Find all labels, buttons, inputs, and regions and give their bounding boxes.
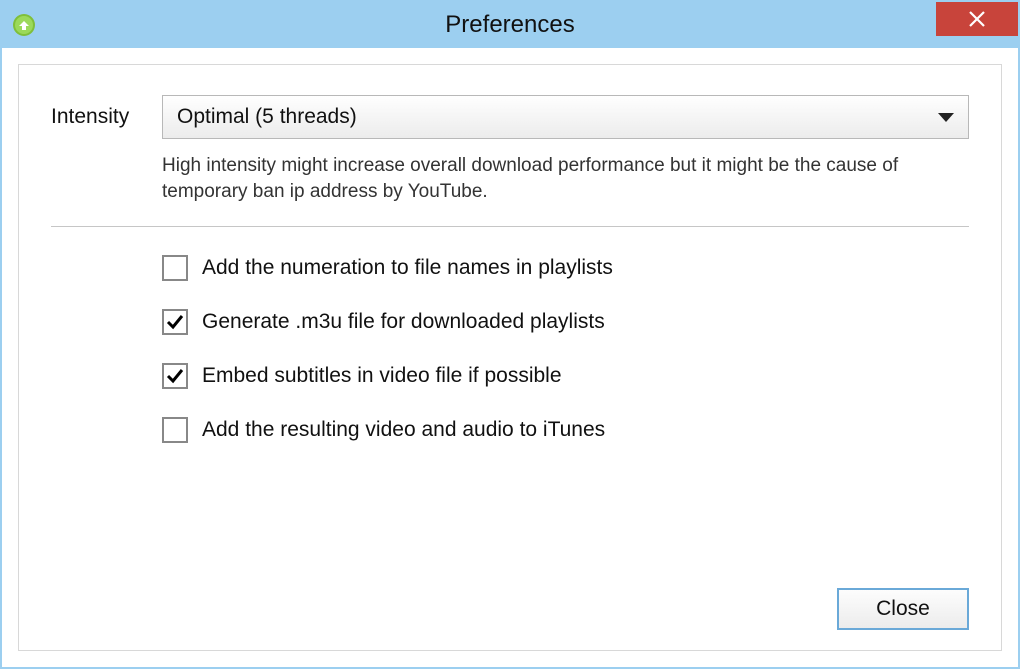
checkbox-label: Add the resulting video and audio to iTu…	[202, 418, 605, 442]
checkbox-list: Add the numeration to file names in play…	[162, 255, 969, 443]
app-icon	[12, 13, 36, 37]
checkbox-subtitles[interactable]: Embed subtitles in video file if possibl…	[162, 363, 969, 389]
close-icon	[968, 10, 986, 28]
checkmark-icon	[165, 312, 185, 332]
checkbox-label: Embed subtitles in video file if possibl…	[202, 364, 562, 388]
divider	[51, 226, 969, 227]
intensity-selected-value: Optimal (5 threads)	[177, 105, 357, 129]
dialog-footer: Close	[51, 588, 969, 630]
window-title: Preferences	[2, 11, 1018, 39]
checkbox-box	[162, 417, 188, 443]
preferences-window: Preferences Intensity Optimal (5 threads…	[0, 0, 1020, 669]
checkbox-numeration[interactable]: Add the numeration to file names in play…	[162, 255, 969, 281]
close-button[interactable]: Close	[837, 588, 969, 630]
checkbox-itunes[interactable]: Add the resulting video and audio to iTu…	[162, 417, 969, 443]
intensity-select[interactable]: Optimal (5 threads)	[162, 95, 969, 139]
chevron-down-icon	[938, 113, 954, 122]
checkmark-icon	[165, 366, 185, 386]
checkbox-box	[162, 309, 188, 335]
dialog-content: Intensity Optimal (5 threads) High inten…	[18, 64, 1002, 651]
checkbox-m3u[interactable]: Generate .m3u file for downloaded playli…	[162, 309, 969, 335]
close-button-label: Close	[876, 597, 930, 621]
checkbox-box	[162, 363, 188, 389]
window-close-button[interactable]	[936, 2, 1018, 36]
checkbox-label: Generate .m3u file for downloaded playli…	[202, 310, 605, 334]
checkbox-box	[162, 255, 188, 281]
intensity-label: Intensity	[51, 105, 148, 129]
intensity-row: Intensity Optimal (5 threads)	[51, 95, 969, 139]
titlebar: Preferences	[2, 2, 1018, 48]
checkbox-label: Add the numeration to file names in play…	[202, 256, 613, 280]
intensity-help-text: High intensity might increase overall do…	[162, 153, 969, 204]
